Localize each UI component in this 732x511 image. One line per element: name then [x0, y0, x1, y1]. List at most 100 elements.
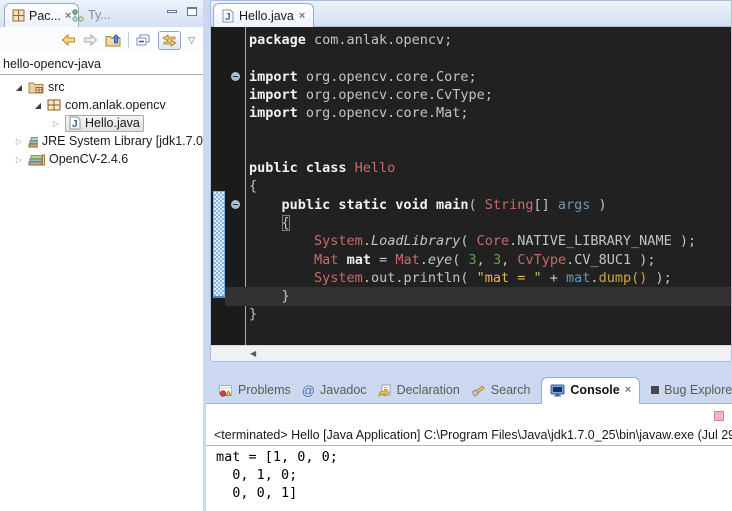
console-status-line: <terminated> Hello [Java Application] C:… — [214, 428, 732, 442]
tab-javadoc[interactable]: @ Javadoc — [302, 383, 367, 398]
search-flashlight-icon — [471, 384, 486, 397]
minimize-button[interactable] — [167, 10, 177, 13]
code-line[interactable] — [249, 122, 731, 140]
svg-text:J: J — [225, 12, 231, 23]
code-line[interactable]: System.out.println( "mat = " + mat.dump(… — [249, 269, 731, 287]
tree-item-label: src — [48, 80, 65, 94]
svg-text:J: J — [72, 119, 78, 130]
code-line[interactable]: { — [249, 214, 731, 232]
problems-icon — [218, 384, 233, 397]
folder-up-icon — [105, 34, 121, 47]
code-line[interactable]: } — [249, 305, 731, 323]
code-line[interactable]: { — [249, 177, 731, 195]
expand-arrow-icon[interactable]: ◢ — [33, 101, 43, 110]
tab-search[interactable]: Search — [471, 383, 531, 397]
code-line[interactable] — [249, 49, 731, 67]
tab-bug-explorer[interactable]: Bug Explorer — [651, 383, 732, 397]
collapse-all-button[interactable] — [136, 34, 151, 47]
tab-label: Bug Explorer — [664, 383, 732, 397]
code-editor[interactable]: package com.anlak.opencv; import org.open… — [211, 27, 731, 345]
type-hierarchy-icon — [71, 9, 84, 22]
tab-type-hierarchy-label: Ty... — [88, 8, 111, 22]
editor-tabbar: J Hello.java × — [211, 1, 731, 27]
tab-hello-java[interactable]: J Hello.java × — [213, 3, 314, 27]
source-folder-icon — [28, 81, 44, 94]
expand-arrow-icon[interactable]: ◢ — [14, 83, 24, 92]
tab-type-hierarchy[interactable]: Ty... — [64, 3, 118, 27]
range-indicator — [213, 191, 225, 298]
package-explorer-toolbar: ▽ — [0, 27, 203, 53]
collapse-arrow-icon[interactable]: ▷ — [14, 155, 24, 164]
back-button[interactable] — [61, 34, 76, 46]
code-line[interactable]: public static void main( String[] args ) — [249, 196, 731, 214]
tree-item-jre-library[interactable]: ▷ JRE System Library [jdk1.7.0 — [0, 132, 203, 150]
javadoc-at-icon: @ — [302, 383, 315, 398]
tree-item-label: com.anlak.opencv — [65, 98, 166, 112]
tree-item-src[interactable]: ◢ src — [0, 78, 203, 96]
console-output-line: 0, 0, 1] — [216, 484, 732, 502]
forward-arrow-icon — [83, 34, 98, 46]
tab-label: Problems — [238, 383, 291, 397]
view-menu-button[interactable]: ▽ — [188, 35, 195, 46]
console-output-line: mat = [1, 0, 0; — [216, 448, 732, 466]
toolbar-separator — [128, 32, 129, 48]
editor-tab-label: Hello.java — [239, 9, 294, 23]
code-text[interactable]: package com.anlak.opencv; import org.open… — [249, 31, 731, 324]
package-explorer-icon — [12, 9, 25, 22]
code-line[interactable]: import org.opencv.core.Core; — [249, 68, 731, 86]
java-file-icon: J — [69, 116, 81, 130]
code-line[interactable]: import org.opencv.core.Mat; — [249, 104, 731, 122]
collapse-arrow-icon[interactable]: ▷ — [51, 119, 61, 128]
declaration-icon — [378, 384, 392, 397]
console-output-line: 0, 1, 0; — [216, 466, 732, 484]
tree-item-hello-java[interactable]: ▷ J Hello.java — [0, 114, 203, 132]
console-output[interactable]: mat = [1, 0, 0; 0, 1, 0; 0, 0, 1] — [216, 448, 732, 502]
code-line[interactable]: } — [249, 287, 731, 305]
tab-label: Declaration — [397, 383, 460, 397]
tree-item-opencv-library[interactable]: ▷ OpenCV-2.4.6 — [0, 150, 203, 168]
fold-collapse-icon[interactable] — [231, 72, 240, 81]
package-explorer-panel: Pac... × Ty... — [0, 0, 203, 511]
tab-problems[interactable]: Problems — [218, 383, 291, 397]
fold-collapse-icon[interactable] — [231, 200, 240, 209]
project-root-label: hello-opencv-java — [3, 57, 101, 71]
tab-label: Console — [570, 383, 619, 397]
close-icon[interactable]: × — [299, 10, 305, 22]
horizontal-scrollbar[interactable]: ◀ — [211, 345, 731, 361]
code-line[interactable]: import org.opencv.core.CvType; — [249, 86, 731, 104]
console-view: <terminated> Hello [Java Application] C:… — [206, 404, 732, 511]
selected-item-highlight[interactable]: J Hello.java — [65, 115, 144, 132]
collapse-all-icon — [136, 34, 151, 47]
back-arrow-icon — [61, 34, 76, 46]
up-button[interactable] — [105, 34, 121, 47]
tab-declaration[interactable]: Declaration — [378, 383, 460, 397]
code-line[interactable]: Mat mat = Mat.eye( 3, 3, CvType.CV_8UC1 … — [249, 251, 731, 269]
library-icon — [28, 135, 38, 148]
tab-package-explorer-label: Pac... — [29, 9, 61, 23]
collapse-arrow-icon[interactable]: ▷ — [14, 137, 24, 146]
tree-item-label: JRE System Library [jdk1.7.0 — [42, 134, 203, 148]
maximize-button[interactable] — [187, 7, 197, 16]
close-icon[interactable]: × — [625, 384, 631, 396]
tree-item-package[interactable]: ◢ com.anlak.opencv — [0, 96, 203, 114]
code-line[interactable]: System.LoadLibrary( Core.NATIVE_LIBRARY_… — [249, 232, 731, 250]
console-separator — [206, 445, 732, 446]
library-icon — [28, 153, 45, 166]
bottom-views-panel: Problems @ Javadoc Declaration Search — [206, 377, 732, 511]
bottom-tabbar: Problems @ Javadoc Declaration Search — [206, 377, 732, 404]
terminate-button[interactable] — [714, 411, 724, 421]
tab-label: Javadoc — [320, 383, 367, 397]
code-line[interactable]: package com.anlak.opencv; — [249, 31, 731, 49]
tree-item-label: OpenCV-2.4.6 — [49, 152, 128, 166]
editor-part: J Hello.java × package com.anlak.opencv;… — [210, 0, 732, 362]
tab-console[interactable]: Console × — [541, 377, 640, 404]
view-window-buttons — [167, 7, 197, 16]
tab-label: Search — [491, 383, 531, 397]
code-line[interactable] — [249, 141, 731, 159]
project-root[interactable]: hello-opencv-java — [0, 55, 203, 75]
forward-button[interactable] — [83, 34, 98, 46]
bug-explorer-icon — [651, 386, 659, 394]
scroll-left-icon[interactable]: ◀ — [250, 349, 256, 358]
code-line[interactable]: public class Hello — [249, 159, 731, 177]
link-with-editor-button[interactable] — [158, 31, 181, 50]
